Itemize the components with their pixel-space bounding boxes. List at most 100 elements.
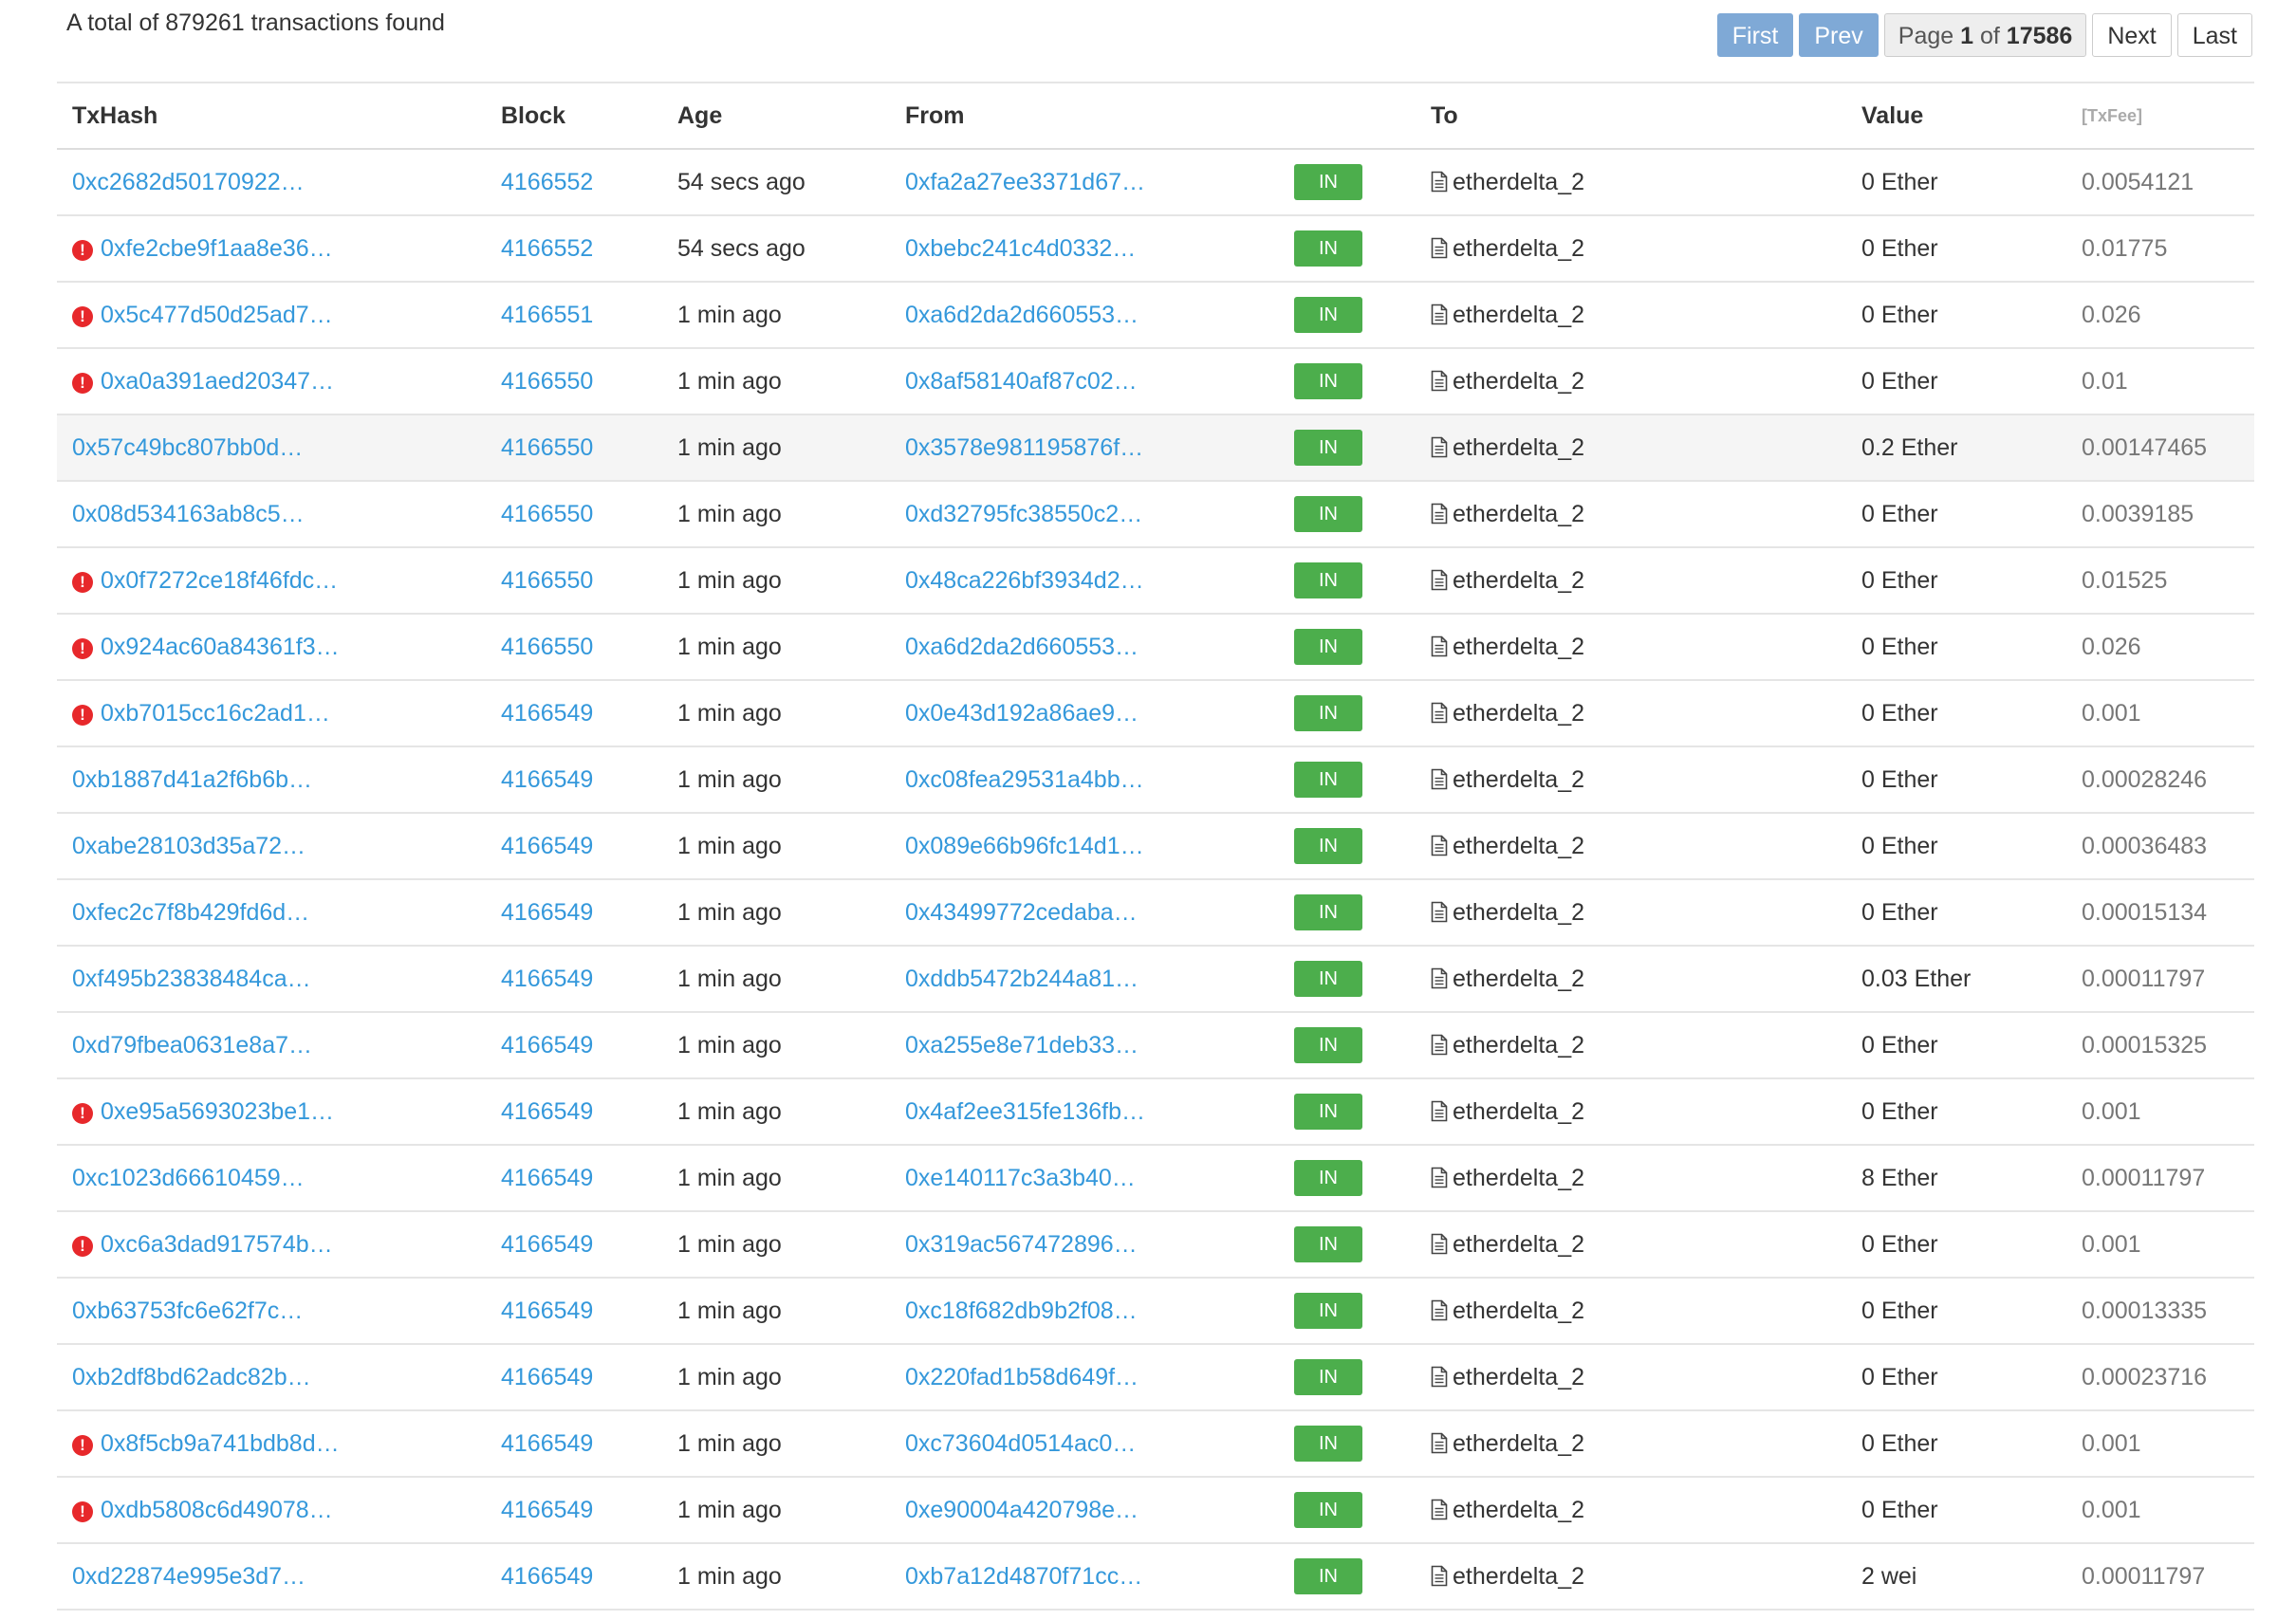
txhash-cell: 0xabe28103d35a72… — [57, 813, 486, 879]
from-address-link[interactable]: 0x4af2ee315fe136fb… — [905, 1098, 1145, 1125]
to-contract-name[interactable]: etherdelta_2 — [1453, 235, 1584, 262]
block-link[interactable]: 4166549 — [501, 1231, 593, 1258]
block-link[interactable]: 4166551 — [501, 302, 593, 328]
to-contract-name[interactable]: etherdelta_2 — [1453, 501, 1584, 527]
from-address-link[interactable]: 0xc08fea29531a4bb… — [905, 766, 1144, 793]
txhash-link[interactable]: 0x924ac60a84361f3… — [101, 634, 340, 660]
to-contract-name[interactable]: etherdelta_2 — [1453, 434, 1584, 461]
from-address-link[interactable]: 0x3578e981195876f… — [905, 434, 1143, 461]
txhash-link[interactable]: 0xb63753fc6e62f7c… — [72, 1298, 303, 1324]
from-address-link[interactable]: 0xd32795fc38550c2… — [905, 501, 1142, 527]
age-cell: 1 min ago — [677, 1031, 782, 1059]
from-address-link[interactable]: 0x43499772cedaba… — [905, 899, 1138, 926]
txhash-link[interactable]: 0xabe28103d35a72… — [72, 833, 306, 859]
txhash-link[interactable]: 0x0f7272ce18f46fdc… — [101, 567, 338, 594]
to-contract-name[interactable]: etherdelta_2 — [1453, 302, 1584, 328]
to-contract-name[interactable]: etherdelta_2 — [1453, 169, 1584, 195]
txhash-link[interactable]: 0xd22874e995e3d7… — [72, 1563, 306, 1590]
block-link[interactable]: 4166549 — [501, 700, 593, 727]
txhash-link[interactable]: 0xd79fbea0631e8a7… — [72, 1032, 312, 1059]
from-address-link[interactable]: 0xbebc241c4d0332… — [905, 235, 1136, 262]
last-page-button[interactable]: Last — [2176, 13, 2252, 57]
txhash-link[interactable]: 0xe95a5693023be1… — [101, 1098, 334, 1125]
from-address-link[interactable]: 0xfa2a27ee3371d67… — [905, 169, 1145, 195]
from-address-link[interactable]: 0xe140117c3a3b40… — [905, 1165, 1136, 1191]
txhash-link[interactable]: 0xb2df8bd62adc82b… — [72, 1364, 311, 1390]
from-address-link[interactable]: 0xa6d2da2d660553… — [905, 302, 1139, 328]
direction-badge: IN — [1294, 496, 1362, 532]
from-address-link[interactable]: 0xc73604d0514ac0… — [905, 1430, 1136, 1457]
to-contract-name[interactable]: etherdelta_2 — [1453, 634, 1584, 660]
to-contract-name[interactable]: etherdelta_2 — [1453, 1298, 1584, 1324]
block-link[interactable]: 4166549 — [501, 1497, 593, 1523]
to-contract-name[interactable]: etherdelta_2 — [1453, 766, 1584, 793]
first-page-button[interactable]: First — [1716, 13, 1794, 57]
txhash-link[interactable]: 0xc1023d66610459… — [72, 1165, 305, 1191]
block-link[interactable]: 4166549 — [501, 1430, 593, 1457]
to-contract-name[interactable]: etherdelta_2 — [1453, 966, 1584, 992]
to-contract-name[interactable]: etherdelta_2 — [1453, 1165, 1584, 1191]
txhash-link[interactable]: 0xb7015cc16c2ad1… — [101, 700, 330, 727]
to-contract-name[interactable]: etherdelta_2 — [1453, 1563, 1584, 1590]
block-link[interactable]: 4166549 — [501, 833, 593, 859]
txhash-link[interactable]: 0x08d534163ab8c5… — [72, 501, 305, 527]
txhash-link[interactable]: 0xc6a3dad917574b… — [101, 1231, 333, 1258]
of-word: of — [1979, 23, 2000, 49]
from-address-link[interactable]: 0x220fad1b58d649f… — [905, 1364, 1139, 1390]
txhash-link[interactable]: 0xc2682d50170922… — [72, 169, 305, 195]
to-contract-name[interactable]: etherdelta_2 — [1453, 899, 1584, 926]
block-link[interactable]: 4166549 — [501, 1032, 593, 1059]
block-link[interactable]: 4166550 — [501, 368, 593, 395]
to-contract-name[interactable]: etherdelta_2 — [1453, 1497, 1584, 1523]
block-link[interactable]: 4166552 — [501, 235, 593, 262]
txhash-link[interactable]: 0x57c49bc807bb0d… — [72, 434, 303, 461]
block-link[interactable]: 4166550 — [501, 434, 593, 461]
to-contract-name[interactable]: etherdelta_2 — [1453, 1098, 1584, 1125]
txhash-link[interactable]: 0xb1887d41a2f6b6b… — [72, 766, 312, 793]
col-header-from: From — [905, 101, 965, 129]
from-address-link[interactable]: 0x48ca226bf3934d2… — [905, 567, 1144, 594]
to-contract-name[interactable]: etherdelta_2 — [1453, 368, 1584, 395]
from-address-link[interactable]: 0xa6d2da2d660553… — [905, 634, 1139, 660]
txhash-link[interactable]: 0x8f5cb9a741bdb8d… — [101, 1430, 340, 1457]
txhash-link[interactable]: 0xfe2cbe9f1aa8e36… — [101, 235, 333, 262]
txhash-link[interactable]: 0xa0a391aed20347… — [101, 368, 334, 395]
from-address-link[interactable]: 0xe90004a420798e… — [905, 1497, 1139, 1523]
block-link[interactable]: 4166549 — [501, 966, 593, 992]
txhash-link[interactable]: 0xfec2c7f8b429fd6d… — [72, 899, 309, 926]
value-cell: 0 Ether — [1861, 1297, 1938, 1324]
block-link[interactable]: 4166549 — [501, 766, 593, 793]
from-address-link[interactable]: 0x0e43d192a86ae9… — [905, 700, 1139, 727]
block-link[interactable]: 4166550 — [501, 634, 593, 660]
to-contract-name[interactable]: etherdelta_2 — [1453, 1032, 1584, 1059]
to-contract-name[interactable]: etherdelta_2 — [1453, 1430, 1584, 1457]
from-address-link[interactable]: 0xc18f682db9b2f08… — [905, 1298, 1138, 1324]
block-link[interactable]: 4166552 — [501, 169, 593, 195]
to-contract-name[interactable]: etherdelta_2 — [1453, 1364, 1584, 1390]
txhash-link[interactable]: 0xdb5808c6d49078… — [101, 1497, 333, 1523]
txhash-link[interactable]: 0xf495b23838484ca… — [72, 966, 311, 992]
next-page-button[interactable]: Next — [2092, 13, 2172, 57]
block-link[interactable]: 4166549 — [501, 1098, 593, 1125]
from-address-link[interactable]: 0xa255e8e71deb33… — [905, 1032, 1139, 1059]
block-link[interactable]: 4166549 — [501, 1364, 593, 1390]
block-link[interactable]: 4166549 — [501, 1165, 593, 1191]
from-address-link[interactable]: 0x8af58140af87c02… — [905, 368, 1138, 395]
from-address-link[interactable]: 0x319ac567472896… — [905, 1231, 1138, 1258]
to-contract-name[interactable]: etherdelta_2 — [1453, 1231, 1584, 1258]
block-link[interactable]: 4166549 — [501, 1563, 593, 1590]
to-contract-name[interactable]: etherdelta_2 — [1453, 567, 1584, 594]
direction-badge: IN — [1294, 1293, 1362, 1329]
txhash-link[interactable]: 0x5c477d50d25ad7… — [101, 302, 333, 328]
block-link[interactable]: 4166549 — [501, 899, 593, 926]
block-link[interactable]: 4166550 — [501, 567, 593, 594]
prev-page-button[interactable]: Prev — [1799, 13, 1879, 57]
from-address-link[interactable]: 0xb7a12d4870f71cc… — [905, 1563, 1142, 1590]
block-link[interactable]: 4166549 — [501, 1298, 593, 1324]
from-address-link[interactable]: 0x089e66b96fc14d1… — [905, 833, 1144, 859]
txhash-cell: ! 0x5c477d50d25ad7… — [57, 282, 486, 348]
from-address-link[interactable]: 0xddb5472b244a81… — [905, 966, 1139, 992]
to-contract-name[interactable]: etherdelta_2 — [1453, 700, 1584, 727]
block-link[interactable]: 4166550 — [501, 501, 593, 527]
to-contract-name[interactable]: etherdelta_2 — [1453, 833, 1584, 859]
